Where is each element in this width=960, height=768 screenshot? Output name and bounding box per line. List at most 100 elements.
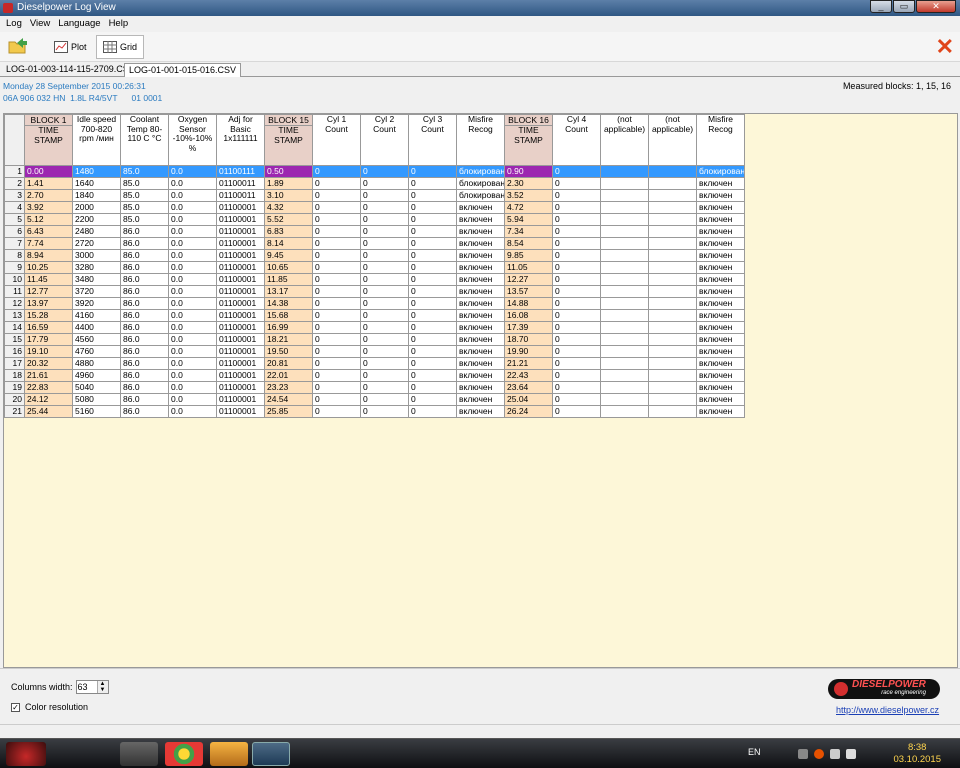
cell-misfire-recog-15[interactable]: включен [456,237,505,250]
table-row[interactable]: 2 1.41 1640 85.0 0.0 01100011 1.89 0 0 0 блокирова… [4,177,745,190]
cell-misfire-recog-15[interactable]: включен [456,345,505,358]
cell-misfire-recog-15[interactable]: блокирован [456,189,505,202]
cell-misfire-recog-16[interactable]: блокирован [696,165,745,178]
table-row[interactable]: 7 7.74 2720 86.0 0.0 01100001 8.14 0 0 0 включен 8.… [4,237,745,250]
col-header-adj-basic[interactable]: Adj for Basic 1x111111 [216,114,265,166]
cell-timestamp-1[interactable]: 0.00 [24,165,73,178]
cell-cyl1-count[interactable]: 0 [312,393,361,406]
cell-cyl2-count[interactable]: 0 [360,285,409,298]
cell-not-applicable-1[interactable] [600,369,649,382]
language-indicator[interactable]: EN [748,747,761,757]
cell-cyl2-count[interactable]: 0 [360,225,409,238]
cell-not-applicable-2[interactable] [648,321,697,334]
cell-coolant-temp[interactable]: 86.0 [120,405,169,418]
cell-misfire-recog-16[interactable]: включен [696,249,745,262]
cell-timestamp-16[interactable]: 23.64 [504,381,553,394]
cell-not-applicable-2[interactable] [648,261,697,274]
cell-misfire-recog-15[interactable]: включен [456,393,505,406]
cell-cyl2-count[interactable]: 0 [360,189,409,202]
cell-timestamp-16[interactable]: 13.57 [504,285,553,298]
cell-oxygen-sensor[interactable]: 0.0 [168,249,217,262]
cell-oxygen-sensor[interactable]: 0.0 [168,297,217,310]
cell-idle-speed[interactable]: 4760 [72,345,121,358]
cell-adj-basic[interactable]: 01100001 [216,297,265,310]
cell-cyl3-count[interactable]: 0 [408,177,457,190]
columns-width-spinner[interactable]: ▲▼ [75,680,109,694]
cell-idle-speed[interactable]: 3480 [72,273,121,286]
cell-cyl4-count[interactable]: 0 [552,369,601,382]
cell-cyl1-count[interactable]: 0 [312,333,361,346]
cell-cyl4-count[interactable]: 0 [552,225,601,238]
cell-misfire-recog-16[interactable]: включен [696,237,745,250]
cell-idle-speed[interactable]: 4400 [72,321,121,334]
cell-misfire-recog-15[interactable]: включен [456,285,505,298]
cell-timestamp-1[interactable]: 13.97 [24,297,73,310]
cell-coolant-temp[interactable]: 86.0 [120,225,169,238]
cell-row-number[interactable]: 11 [4,285,25,298]
grid-button[interactable]: Grid [96,35,145,59]
cell-not-applicable-1[interactable] [600,333,649,346]
cell-coolant-temp[interactable]: 85.0 [120,165,169,178]
volume-icon[interactable] [846,749,856,759]
cell-adj-basic[interactable]: 01100001 [216,357,265,370]
cell-adj-basic[interactable]: 01100001 [216,405,265,418]
cell-idle-speed[interactable]: 4560 [72,333,121,346]
cell-not-applicable-2[interactable] [648,345,697,358]
cell-cyl1-count[interactable]: 0 [312,285,361,298]
cell-adj-basic[interactable]: 01100011 [216,189,265,202]
cell-oxygen-sensor[interactable]: 0.0 [168,213,217,226]
cell-timestamp-16[interactable]: 18.70 [504,333,553,346]
cell-coolant-temp[interactable]: 86.0 [120,237,169,250]
cell-cyl2-count[interactable]: 0 [360,381,409,394]
cell-misfire-recog-15[interactable]: включен [456,369,505,382]
table-row[interactable]: 9 10.25 3280 86.0 0.0 01100001 10.65 0 0 0 включен… [4,261,745,274]
cell-not-applicable-1[interactable] [600,321,649,334]
cell-timestamp-1[interactable]: 16.59 [24,321,73,334]
cell-coolant-temp[interactable]: 86.0 [120,249,169,262]
menu-help[interactable]: Help [105,16,133,32]
cell-oxygen-sensor[interactable]: 0.0 [168,381,217,394]
cell-idle-speed[interactable]: 2480 [72,225,121,238]
cell-not-applicable-1[interactable] [600,309,649,322]
cell-adj-basic[interactable]: 01100001 [216,261,265,274]
cell-timestamp-15[interactable]: 11.85 [264,273,313,286]
table-row[interactable]: 21 25.44 5160 86.0 0.0 01100001 25.85 0 0 0 включе… [4,405,745,418]
cell-cyl4-count[interactable]: 0 [552,213,601,226]
cell-cyl4-count[interactable]: 0 [552,309,601,322]
cell-misfire-recog-16[interactable]: включен [696,297,745,310]
cell-timestamp-16[interactable]: 17.39 [504,321,553,334]
cell-adj-basic[interactable]: 01100001 [216,213,265,226]
cell-cyl2-count[interactable]: 0 [360,273,409,286]
cell-idle-speed[interactable]: 2000 [72,201,121,214]
cell-timestamp-16[interactable]: 11.05 [504,261,553,274]
cell-timestamp-1[interactable]: 21.61 [24,369,73,382]
col-header-timestamp-16[interactable]: TIME STAMP [504,125,553,166]
table-row[interactable]: 20 24.12 5080 86.0 0.0 01100001 24.54 0 0 0 включе… [4,393,745,406]
cell-not-applicable-2[interactable] [648,357,697,370]
cell-oxygen-sensor[interactable]: 0.0 [168,189,217,202]
table-row[interactable]: 12 13.97 3920 86.0 0.0 01100001 14.38 0 0 0 включе… [4,297,745,310]
col-header-timestamp-15[interactable]: TIME STAMP [264,125,313,166]
cell-cyl3-count[interactable]: 0 [408,165,457,178]
cell-timestamp-15[interactable]: 8.14 [264,237,313,250]
cell-idle-speed[interactable]: 1640 [72,177,121,190]
cell-cyl1-count[interactable]: 0 [312,381,361,394]
menu-language[interactable]: Language [54,16,104,32]
cell-cyl1-count[interactable]: 0 [312,261,361,274]
cell-misfire-recog-16[interactable]: включен [696,369,745,382]
table-row[interactable]: 16 19.10 4760 86.0 0.0 01100001 19.50 0 0 0 включе… [4,345,745,358]
cell-not-applicable-2[interactable] [648,405,697,418]
color-resolution-checkbox[interactable]: ✓ [11,702,20,712]
cell-cyl2-count[interactable]: 0 [360,165,409,178]
cell-cyl4-count[interactable]: 0 [552,345,601,358]
table-row[interactable]: 19 22.83 5040 86.0 0.0 01100001 23.23 0 0 0 включе… [4,381,745,394]
cell-misfire-recog-16[interactable]: включен [696,309,745,322]
cell-cyl3-count[interactable]: 0 [408,237,457,250]
cell-timestamp-15[interactable]: 10.65 [264,261,313,274]
table-row[interactable]: 8 8.94 3000 86.0 0.0 01100001 9.45 0 0 0 включен 9.… [4,249,745,262]
cell-cyl4-count[interactable]: 0 [552,237,601,250]
cell-row-number[interactable]: 5 [4,213,25,226]
cell-misfire-recog-15[interactable]: включен [456,321,505,334]
cell-cyl1-count[interactable]: 0 [312,369,361,382]
cell-misfire-recog-15[interactable]: блокирован [456,165,505,178]
